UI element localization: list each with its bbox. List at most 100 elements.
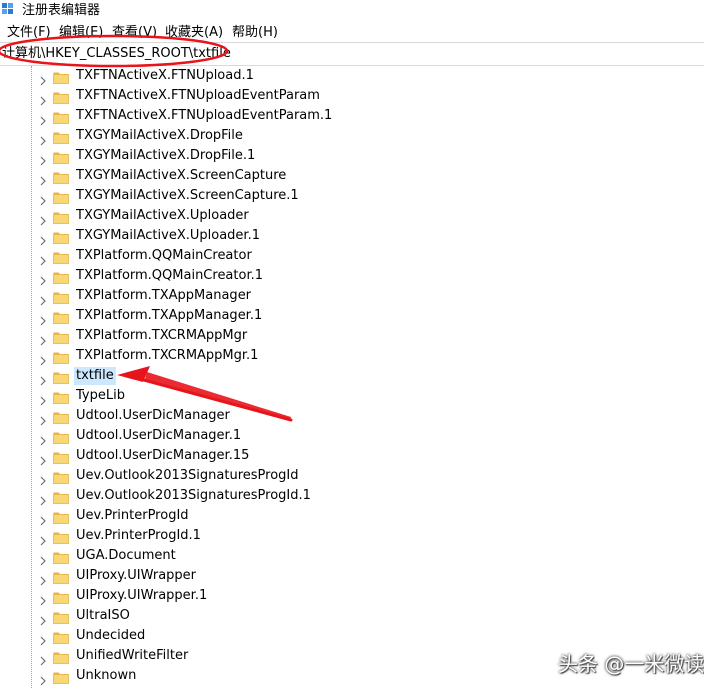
chevron-right-icon[interactable]: [38, 451, 48, 466]
folder-icon: [53, 349, 69, 364]
chevron-right-icon[interactable]: [38, 71, 48, 86]
folder-icon: [53, 169, 69, 184]
folder-icon: [53, 669, 69, 684]
tree-item[interactable]: TXGYMailActiveX.ScreenCapture: [0, 166, 704, 186]
folder-icon: [53, 409, 69, 424]
chevron-right-icon[interactable]: [38, 311, 48, 326]
chevron-right-icon[interactable]: [38, 191, 48, 206]
tree-item-label: Uev.Outlook2013SignaturesProgId.1: [76, 488, 311, 503]
chevron-right-icon[interactable]: [38, 351, 48, 366]
tree-item-label: TXPlatform.QQMainCreator: [76, 248, 252, 263]
tree-item[interactable]: Uev.Outlook2013SignaturesProgId.1: [0, 486, 704, 506]
tree-item[interactable]: UGA.Document: [0, 546, 704, 566]
chevron-right-icon[interactable]: [38, 271, 48, 286]
tree-item[interactable]: TXPlatform.QQMainCreator: [0, 246, 704, 266]
chevron-right-icon[interactable]: [38, 291, 48, 306]
chevron-right-icon[interactable]: [38, 331, 48, 346]
tree-item-label: UIProxy.UIWrapper.1: [76, 588, 208, 603]
tree-item[interactable]: TXGYMailActiveX.ScreenCapture.1: [0, 186, 704, 206]
tree-item[interactable]: Uev.PrinterProgId: [0, 506, 704, 526]
chevron-right-icon[interactable]: [38, 131, 48, 146]
tree-item-label: TXPlatform.TXCRMAppMgr: [76, 328, 248, 343]
chevron-right-icon[interactable]: [38, 431, 48, 446]
folder-icon: [53, 589, 69, 604]
chevron-right-icon[interactable]: [38, 511, 48, 526]
tree-item[interactable]: TXPlatform.TXCRMAppMgr: [0, 326, 704, 346]
folder-icon: [53, 269, 69, 284]
chevron-right-icon[interactable]: [38, 551, 48, 566]
tree-item[interactable]: UIProxy.UIWrapper.1: [0, 586, 704, 606]
folder-icon: [53, 309, 69, 324]
chevron-right-icon[interactable]: [38, 111, 48, 126]
folder-icon: [53, 429, 69, 444]
tree-item-label: UltraISO: [76, 608, 130, 623]
tree-item-label: Uev.PrinterProgId: [76, 508, 189, 523]
tree-item[interactable]: TXPlatform.TXCRMAppMgr.1: [0, 346, 704, 366]
folder-icon: [53, 109, 69, 124]
tree-item-label: TXPlatform.QQMainCreator.1: [76, 268, 264, 283]
tree-item[interactable]: txtfile: [0, 366, 704, 386]
tree-item[interactable]: Udtool.UserDicManager.1: [0, 426, 704, 446]
tree-item[interactable]: Undecided: [0, 626, 704, 646]
tree-item[interactable]: TXPlatform.TXAppManager.1: [0, 306, 704, 326]
registry-tree[interactable]: TXFTNActiveX.FTNUpload.1 TXFTNActiveX.FTN…: [0, 66, 704, 688]
tree-item[interactable]: TXPlatform.TXAppManager: [0, 286, 704, 306]
folder-icon: [53, 569, 69, 584]
watermark: 头条 @一米微读: [558, 652, 704, 676]
tree-item-label: TXPlatform.TXCRMAppMgr.1: [76, 348, 259, 363]
tree-item[interactable]: UltraISO: [0, 606, 704, 626]
tree-item-label: TXPlatform.TXAppManager: [76, 288, 252, 303]
tree-item-label: Unknown: [76, 668, 137, 683]
chevron-right-icon[interactable]: [38, 171, 48, 186]
tree-item[interactable]: Udtool.UserDicManager: [0, 406, 704, 426]
tree-item-label: UGA.Document: [76, 548, 176, 563]
chevron-right-icon[interactable]: [38, 491, 48, 506]
folder-icon: [53, 189, 69, 204]
tree-item-label: TXFTNActiveX.FTNUploadEventParam: [76, 88, 320, 103]
chevron-right-icon[interactable]: [38, 211, 48, 226]
tree-item[interactable]: TXGYMailActiveX.Uploader: [0, 206, 704, 226]
chevron-right-icon[interactable]: [38, 531, 48, 546]
chevron-right-icon[interactable]: [38, 631, 48, 646]
chevron-right-icon[interactable]: [38, 591, 48, 606]
tree-item[interactable]: Udtool.UserDicManager.15: [0, 446, 704, 466]
chevron-right-icon[interactable]: [38, 651, 48, 666]
tree-item[interactable]: TXFTNActiveX.FTNUploadEventParam: [0, 86, 704, 106]
tree-item[interactable]: TXGYMailActiveX.DropFile: [0, 126, 704, 146]
tree-item[interactable]: TXGYMailActiveX.DropFile.1: [0, 146, 704, 166]
tree-item-label: TXFTNActiveX.FTNUploadEventParam.1: [76, 108, 333, 123]
address-highlight-ellipse: [0, 34, 229, 68]
chevron-right-icon[interactable]: [38, 231, 48, 246]
tree-item-label: TXGYMailActiveX.ScreenCapture: [76, 168, 287, 183]
window-title: 注册表编辑器: [22, 3, 101, 18]
chevron-right-icon[interactable]: [38, 411, 48, 426]
chevron-right-icon[interactable]: [38, 371, 48, 386]
tree-item-label: Uev.Outlook2013SignaturesProgId: [76, 468, 299, 483]
tree-item[interactable]: TXGYMailActiveX.Uploader.1: [0, 226, 704, 246]
chevron-right-icon[interactable]: [38, 91, 48, 106]
tree-item-label: TypeLib: [76, 388, 125, 403]
tree-item[interactable]: TXFTNActiveX.FTNUploadEventParam.1: [0, 106, 704, 126]
chevron-right-icon[interactable]: [38, 151, 48, 166]
tree-item[interactable]: Uev.PrinterProgId.1: [0, 526, 704, 546]
folder-icon: [53, 229, 69, 244]
tree-item[interactable]: UIProxy.UIWrapper: [0, 566, 704, 586]
tree-item[interactable]: TypeLib: [0, 386, 704, 406]
tree-item-label: Udtool.UserDicManager.15: [76, 448, 250, 463]
chevron-right-icon[interactable]: [38, 471, 48, 486]
chevron-right-icon[interactable]: [38, 611, 48, 626]
tree-item-label: UnifiedWriteFilter: [76, 648, 189, 663]
tree-item[interactable]: Uev.Outlook2013SignaturesProgId: [0, 466, 704, 486]
chevron-right-icon[interactable]: [38, 571, 48, 586]
menu-help[interactable]: 帮助(H): [231, 24, 279, 41]
chevron-right-icon[interactable]: [38, 391, 48, 406]
tree-item-label: Udtool.UserDicManager.1: [76, 428, 242, 443]
chevron-right-icon[interactable]: [38, 251, 48, 266]
tree-item-label: Uev.PrinterProgId.1: [76, 528, 201, 543]
chevron-right-icon[interactable]: [38, 671, 48, 686]
folder-icon: [53, 529, 69, 544]
tree-item[interactable]: TXFTNActiveX.FTNUpload.1: [0, 66, 704, 86]
tree-item[interactable]: TXPlatform.QQMainCreator.1: [0, 266, 704, 286]
tree-item-label: TXFTNActiveX.FTNUpload.1: [76, 68, 254, 83]
tree-item-label: TXGYMailActiveX.DropFile.1: [76, 148, 256, 163]
